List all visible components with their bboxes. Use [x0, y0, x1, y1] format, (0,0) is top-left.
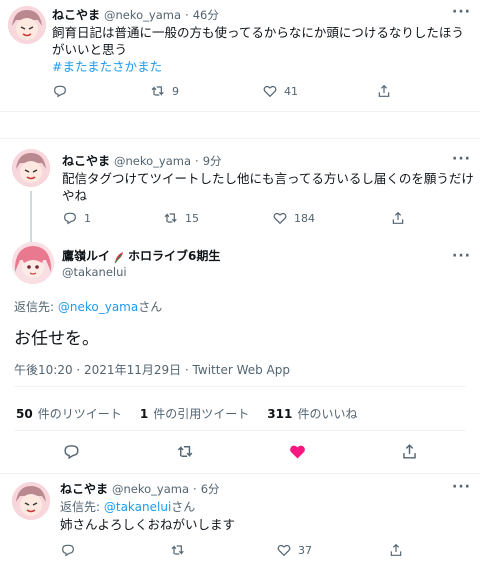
share-button[interactable] [400, 442, 419, 461]
tweet-1[interactable]: ねこやま @neko_yama · 46分 ··· 飼育日記は普通に一般の方も使… [0, 0, 480, 110]
share-button[interactable] [388, 542, 404, 558]
reply-button[interactable]: 1 [62, 210, 91, 226]
divider [0, 138, 480, 139]
reply-prefix: 返信先: [60, 500, 104, 514]
tweet-text-line: がいいと思う [52, 42, 128, 57]
avatar[interactable] [8, 6, 46, 44]
tweet-text: 姉さんよろしくおねがいします [60, 517, 236, 532]
quotes-stat[interactable]: 1 件の引用ツイート [140, 403, 249, 422]
more-icon[interactable]: ··· [452, 4, 471, 20]
share-icon [403, 444, 416, 459]
tweet-time[interactable]: 6分 [201, 481, 220, 497]
user-handle[interactable]: @neko_yama [114, 154, 191, 168]
like-button[interactable]: 37 [276, 542, 312, 558]
like-count: 41 [284, 84, 298, 98]
like-button[interactable]: 41 [262, 83, 298, 99]
display-name-suffix[interactable]: ホロライブ6期生 [128, 247, 220, 264]
tweet-time[interactable]: 9分 [203, 153, 222, 169]
likes-number: 311 [267, 407, 293, 421]
retweets-number: 50 [16, 407, 33, 421]
tweet-text-line: 飼育日記は普通に一般の方も使ってるからなにか頭につけるなりしたほう [52, 25, 464, 40]
likes-label: 件のいいね [297, 407, 358, 421]
likes-stat[interactable]: 311 件のいいね [267, 403, 357, 422]
more-icon[interactable]: ··· [452, 151, 471, 167]
retweets-stat[interactable]: 50 件のリツイート [16, 403, 122, 422]
retweet-icon [164, 213, 177, 223]
divider [14, 386, 466, 387]
tweet-2[interactable]: ねこやま @neko_yama · 9分 ··· 配信タグつけてツイートしたし他… [0, 143, 480, 251]
reply-context: 返信先: @neko_yamaさん [14, 298, 162, 315]
share-icon [392, 211, 404, 224]
reply-button[interactable] [60, 542, 82, 558]
tweet-text: 配信タグつけてツイートしたし他にも言ってる方いるし届くのを願うだけ やね [62, 170, 474, 204]
display-name[interactable]: 鷹嶺ルイ [62, 247, 110, 264]
divider [0, 473, 480, 474]
retweet-count: 15 [185, 211, 199, 225]
divider [14, 430, 466, 431]
more-icon[interactable]: ··· [452, 479, 471, 495]
retweet-button[interactable] [170, 542, 192, 558]
retweet-icon [171, 545, 184, 555]
heart-icon [273, 212, 287, 225]
share-icon [390, 543, 402, 556]
separator: · [185, 7, 189, 22]
user-handle[interactable]: @takanelui [62, 265, 127, 279]
reply-icon [54, 85, 66, 98]
reply-icon [62, 544, 74, 557]
quotes-number: 1 [139, 407, 149, 421]
retweet-button[interactable]: 15 [163, 210, 199, 226]
user-handle[interactable]: @neko_yama [104, 8, 181, 22]
reply-prefix: 返信先: [14, 300, 58, 314]
thread-gap [0, 112, 480, 126]
share-button[interactable] [390, 210, 406, 226]
avatar[interactable] [12, 482, 50, 520]
reply-button[interactable] [52, 83, 74, 99]
retweet-icon [177, 445, 193, 458]
more-icon[interactable]: ··· [452, 248, 471, 264]
avatar[interactable] [12, 149, 50, 187]
reply-icon [64, 212, 76, 225]
engagement-stats: 50 件のリツイート 1 件の引用ツイート 311 件のいいね [16, 403, 357, 422]
tweet-time[interactable]: 46分 [193, 7, 219, 23]
quotes-label: 件の引用ツイート [153, 407, 250, 421]
retweet-count: 9 [172, 84, 179, 98]
retweet-button[interactable] [176, 442, 195, 461]
like-button[interactable]: 184 [272, 210, 315, 226]
tweet-text: 飼育日記は普通に一般の方も使ってるからなにか頭につけるなりしたほう がいいと思う… [52, 24, 472, 75]
user-handle[interactable]: @neko_yama [112, 482, 189, 496]
reply-icon [64, 445, 79, 460]
heart-icon [263, 85, 277, 98]
retweet-button[interactable]: 9 [150, 83, 179, 99]
reply-to-link[interactable]: @takanelui [104, 500, 171, 514]
hashtag-link[interactable]: #またまたさかまた [52, 58, 472, 75]
reply-suffix: さん [171, 500, 196, 514]
heart-icon [290, 445, 305, 459]
main-tweet: 鷹嶺ルイ ホロライブ6期生 @takanelui ··· 返信先: @neko_… [0, 238, 480, 470]
like-button[interactable] [288, 442, 307, 461]
display-name[interactable]: ねこやま [60, 480, 108, 497]
tweet-text: お任せを。 [14, 329, 99, 349]
display-name[interactable]: ねこやま [62, 152, 110, 169]
display-name[interactable]: ねこやま [52, 6, 100, 23]
separator: · [195, 153, 199, 168]
reply-suffix: さん [138, 300, 163, 314]
heart-icon [277, 544, 291, 557]
like-count: 184 [294, 211, 315, 225]
reply-count: 1 [84, 211, 91, 225]
reply-button[interactable] [62, 442, 81, 461]
share-icon [378, 84, 390, 97]
reply-to-link[interactable]: @neko_yama [58, 300, 138, 314]
avatar[interactable] [12, 242, 54, 284]
reply-context: 返信先: @takaneluiさん [60, 498, 195, 515]
retweet-icon [151, 86, 164, 96]
retweets-label: 件のリツイート [37, 407, 122, 421]
share-button[interactable] [376, 83, 392, 99]
tweet-timestamp[interactable]: 午後10:20 · 2021年11月29日 · Twitter Web App [14, 361, 290, 378]
feather-emoji-icon [113, 249, 125, 264]
tweet-3[interactable]: ねこやま @neko_yama · 6分 ··· 返信先: @takanelui… [0, 476, 480, 564]
tweet-text-line: やね [62, 188, 88, 203]
tweet-text-line: 配信タグつけてツイートしたし他にも言ってる方いるし届くのを願うだけ [62, 171, 474, 186]
like-count: 37 [298, 543, 312, 557]
separator: · [193, 481, 197, 496]
